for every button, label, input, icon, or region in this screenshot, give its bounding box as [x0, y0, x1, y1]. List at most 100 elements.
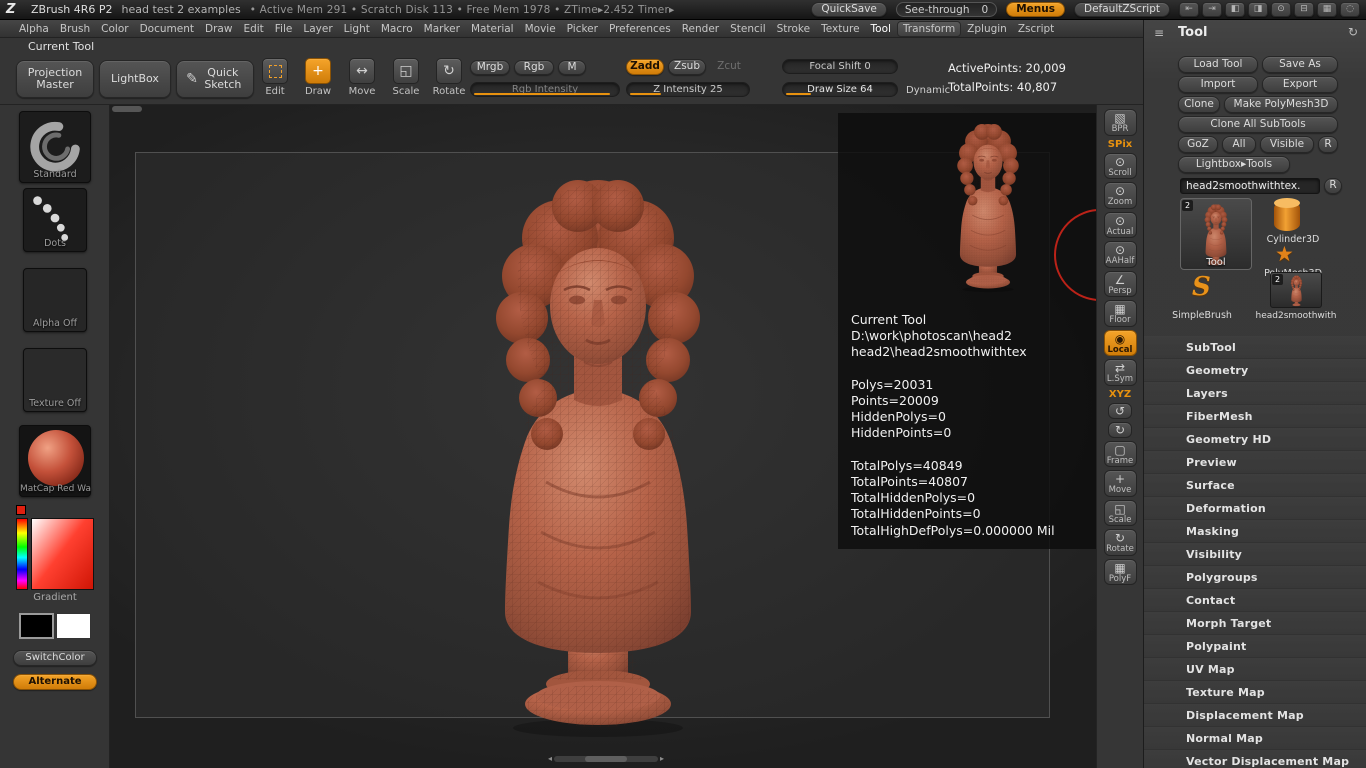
export-button[interactable]: Export [1262, 76, 1338, 93]
right-shelf-button[interactable]: ↻ [1108, 421, 1132, 438]
rotate-mode-button[interactable]: ↻ Rotate [430, 58, 468, 97]
right-shelf-button[interactable]: ◱ Scale [1103, 499, 1137, 526]
scale-mode-button[interactable]: ◱ Scale [387, 58, 425, 97]
titlebar-icon-button[interactable]: ⊙ [1271, 2, 1291, 17]
projection-master-button[interactable]: Projection Master [16, 60, 94, 98]
tool-section-header[interactable]: Surface [1144, 474, 1366, 497]
menu-item[interactable]: Tool [866, 22, 896, 36]
edit-mode-button[interactable]: Edit [256, 58, 294, 97]
lightbox-tools-button[interactable]: Lightbox▸Tools [1178, 156, 1290, 173]
menu-item[interactable]: Texture [816, 22, 864, 36]
right-shelf-button[interactable]: SPix [1104, 139, 1137, 150]
titlebar-icon-button[interactable]: ◌ [1340, 2, 1360, 17]
focal-shift-slider[interactable]: Focal Shift 0 [782, 59, 898, 74]
menu-item[interactable]: Render [677, 22, 724, 36]
canvas-corner-scrollbar[interactable] [112, 106, 142, 112]
goz-visible-button[interactable]: Visible [1260, 136, 1314, 153]
right-shelf-button[interactable]: ▧ BPR [1103, 109, 1137, 136]
tool-section-header[interactable]: Normal Map [1144, 727, 1366, 750]
right-shelf-button[interactable]: ▦ Floor [1103, 300, 1137, 327]
menu-item[interactable]: Picker [562, 22, 603, 36]
default-zscript-button[interactable]: DefaultZScript [1073, 2, 1170, 17]
make-polymesh3d-button[interactable]: Make PolyMesh3D [1224, 96, 1338, 113]
menu-item[interactable]: Alpha [14, 22, 54, 36]
tool-section-header[interactable]: Texture Map [1144, 681, 1366, 704]
secondary-color-swatch[interactable] [56, 613, 91, 639]
right-shelf-button[interactable]: XYZ [1104, 389, 1137, 400]
menu-item[interactable]: Draw [200, 22, 237, 36]
current-tool-thumbnail[interactable]: 2 Tool [1180, 198, 1252, 270]
import-button[interactable]: Import [1178, 76, 1258, 93]
tool-name-field[interactable]: head2smoothwithtex. [1180, 178, 1320, 194]
load-tool-button[interactable]: Load Tool [1178, 56, 1258, 73]
tool-section-header[interactable]: SubTool [1144, 336, 1366, 359]
zsub-button[interactable]: Zsub [668, 59, 706, 75]
mrgb-button[interactable]: Mrgb [470, 60, 510, 75]
tool-section-header[interactable]: Masking [1144, 520, 1366, 543]
titlebar-icon-button[interactable]: ⇥ [1202, 2, 1222, 17]
right-shelf-button[interactable]: ⊙ Zoom [1103, 182, 1137, 209]
menu-item[interactable]: Stencil [725, 22, 771, 36]
material-selector[interactable]: MatCap Red Wa [19, 425, 91, 497]
tool-section-header[interactable]: Contact [1144, 589, 1366, 612]
clone-all-subtools-button[interactable]: Clone All SubTools [1178, 116, 1338, 133]
menu-item[interactable]: Preferences [604, 22, 676, 36]
right-shelf-button[interactable]: ⊙ Actual [1103, 211, 1137, 238]
right-shelf-button[interactable]: ▢ Frame [1103, 440, 1137, 467]
titlebar-icon-button[interactable]: ⇤ [1179, 2, 1199, 17]
polymesh3d-star-icon[interactable]: ★ [1275, 244, 1294, 265]
zcut-button[interactable]: Zcut [710, 59, 748, 75]
tool-section-header[interactable]: Preview [1144, 451, 1366, 474]
texture-selector[interactable]: Texture Off [23, 348, 87, 412]
palette-menu-icon[interactable]: ≡ [1154, 26, 1164, 40]
menus-button[interactable]: Menus [1006, 2, 1065, 17]
switch-color-button[interactable]: SwitchColor [13, 650, 97, 666]
right-shelf-button[interactable]: ⊙ AAHalf [1103, 241, 1137, 268]
lightbox-button[interactable]: LightBox [99, 60, 171, 98]
palette-refresh-icon[interactable]: ↻ [1348, 25, 1358, 39]
simplebrush-icon[interactable]: S [1192, 274, 1211, 300]
scroll-left-icon[interactable]: ◂ [548, 754, 552, 764]
menu-item[interactable]: Layer [298, 22, 337, 36]
rename-tool-button[interactable]: R [1324, 178, 1342, 194]
save-as-button[interactable]: Save As [1262, 56, 1338, 73]
menu-item[interactable]: Brush [55, 22, 95, 36]
menu-item[interactable]: Document [135, 22, 199, 36]
menu-item[interactable]: Light [339, 22, 375, 36]
tool-section-header[interactable]: Polypaint [1144, 635, 1366, 658]
tool-section-header[interactable]: Geometry [1144, 359, 1366, 382]
stroke-selector[interactable]: Dots [23, 188, 87, 252]
saturation-value-square[interactable] [31, 518, 94, 590]
right-shelf-button[interactable]: ◉ Local [1103, 329, 1137, 356]
right-shelf-button[interactable]: ↻ Rotate [1103, 529, 1137, 556]
tool-section-header[interactable]: Visibility [1144, 543, 1366, 566]
menu-item[interactable]: Zplugin [962, 22, 1012, 36]
rgb-button[interactable]: Rgb [514, 60, 554, 75]
tool-section-header[interactable]: Polygroups [1144, 566, 1366, 589]
right-shelf-button[interactable]: + Move [1103, 470, 1137, 497]
head2-tool-thumbnail[interactable]: 2 [1270, 272, 1322, 308]
menu-item[interactable]: Zscript [1013, 22, 1059, 36]
menu-item[interactable]: Macro [376, 22, 418, 36]
titlebar-icon-button[interactable]: ◧ [1225, 2, 1245, 17]
tool-section-header[interactable]: Vector Displacement Map [1144, 750, 1366, 768]
goz-all-button[interactable]: All [1222, 136, 1256, 153]
menu-item[interactable]: Marker [419, 22, 465, 36]
menu-item[interactable]: Movie [520, 22, 561, 36]
cylinder3d-icon[interactable] [1274, 198, 1300, 231]
tool-section-header[interactable]: Deformation [1144, 497, 1366, 520]
dynamic-toggle[interactable]: Dynamic [906, 85, 950, 96]
menu-item[interactable]: Edit [238, 22, 268, 36]
tool-section-header[interactable]: Displacement Map [1144, 704, 1366, 727]
quicksave-button[interactable]: QuickSave [811, 2, 887, 17]
right-shelf-button[interactable]: ⇄ L.Sym [1103, 359, 1137, 386]
current-tool-info-popup[interactable]: Current Tool D:\work\photoscan\head2 head2… [838, 113, 1096, 549]
m-button[interactable]: M [558, 60, 586, 75]
menu-item[interactable]: Color [96, 22, 133, 36]
brush-selector[interactable]: Standard [19, 111, 91, 183]
tool-section-header[interactable]: Layers [1144, 382, 1366, 405]
goz-r-button[interactable]: R [1318, 136, 1338, 153]
menu-item[interactable]: Stroke [772, 22, 815, 36]
right-shelf-button[interactable]: ▦ PolyF [1103, 558, 1137, 585]
right-shelf-button[interactable]: ⊙ Scroll [1103, 152, 1137, 179]
